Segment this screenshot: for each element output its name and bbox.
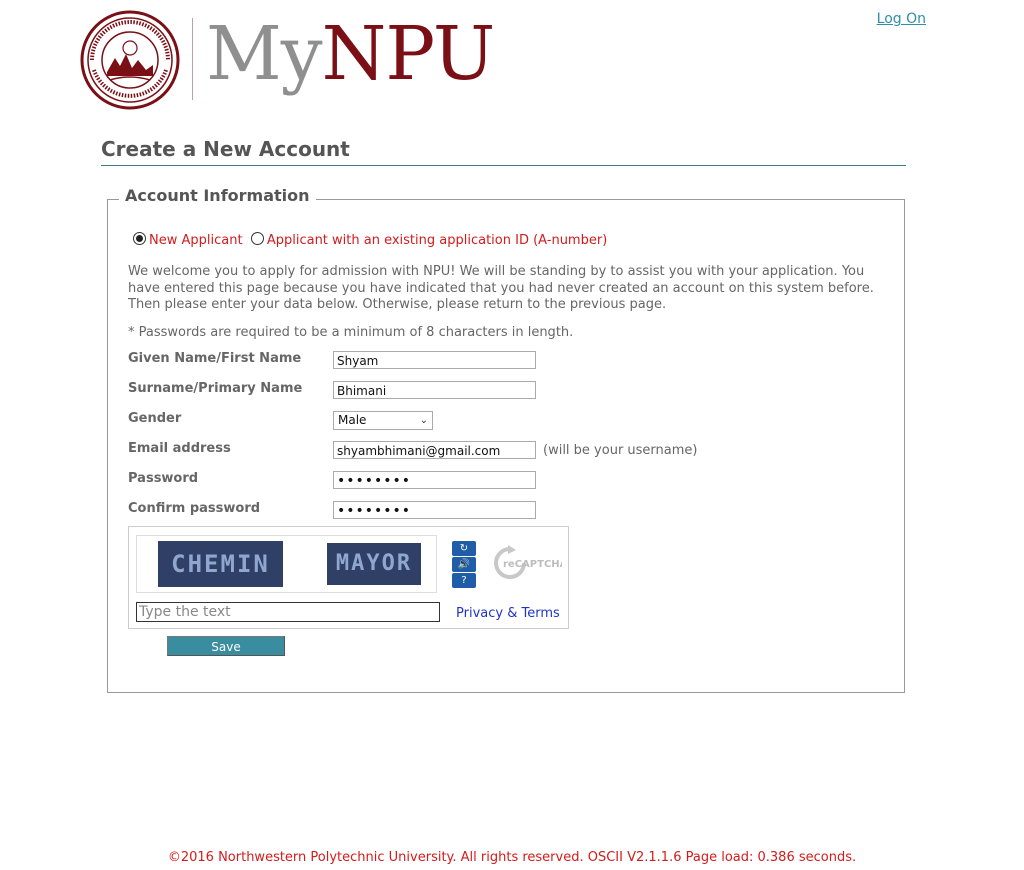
confirm-password-label: Confirm password <box>128 501 261 516</box>
radio-existing-applicant-label[interactable]: Applicant with an existing application I… <box>267 233 607 248</box>
applicant-type-radio-group: New Applicant Applicant with an existing… <box>133 232 607 248</box>
email-input[interactable]: shyambhimani@gmail.com <box>333 441 536 459</box>
radio-existing-applicant[interactable]: Applicant with an existing application I… <box>250 232 607 248</box>
footer-copyright: ©2016 Northwestern Polytechnic Universit… <box>167 850 857 865</box>
gender-select[interactable]: Male ⌄ <box>333 411 433 430</box>
gender-select-value: Male <box>338 413 367 427</box>
given-name-label: Given Name/First Name <box>128 351 302 366</box>
page-title: Create a New Account <box>101 137 906 166</box>
surname-label: Surname/Primary Name <box>128 381 303 396</box>
save-button[interactable]: Save <box>167 636 285 656</box>
email-label: Email address <box>128 441 231 456</box>
radio-new-applicant-label[interactable]: New Applicant <box>149 233 243 248</box>
recaptcha-logo-icon: reCAPTCHA <box>494 545 562 579</box>
logo-divider <box>192 18 193 100</box>
log-on-link[interactable]: Log On <box>877 11 926 27</box>
university-seal-logo <box>80 10 180 110</box>
confirm-password-input[interactable]: •••••••• <box>333 501 536 519</box>
account-information-legend: Account Information <box>119 186 316 205</box>
welcome-text: We welcome you to apply for admission wi… <box>128 264 874 312</box>
privacy-terms-link[interactable]: Privacy & Terms <box>456 606 560 621</box>
password-input[interactable]: •••••••• <box>333 471 536 489</box>
radio-new-applicant-circle[interactable] <box>133 232 146 245</box>
radio-new-applicant[interactable]: New Applicant <box>133 232 243 248</box>
given-name-input[interactable]: Shyam <box>333 351 536 369</box>
captcha-text-input[interactable]: Type the text <box>136 602 440 622</box>
email-username-note: (will be your username) <box>543 443 698 458</box>
captcha-refresh-icon[interactable]: ↻ <box>452 541 476 556</box>
chevron-down-icon: ⌄ <box>419 415 428 426</box>
captcha-audio-icon[interactable]: 🔊 <box>452 557 476 572</box>
brand-npu: NPU <box>321 11 496 97</box>
gender-label: Gender <box>128 411 182 426</box>
password-requirement-note: * Passwords are required to be a minimum… <box>128 325 574 340</box>
radio-existing-applicant-circle[interactable] <box>250 232 264 245</box>
captcha-word-1: CHEMIN <box>158 541 283 587</box>
recaptcha-logo-text: reCAPTCHA <box>503 559 562 570</box>
brand-title: MyNPU <box>206 11 496 97</box>
captcha-word-2: MAYOR <box>327 543 421 585</box>
password-label: Password <box>128 471 199 486</box>
brand-my: My <box>206 11 323 97</box>
captcha-help-icon[interactable]: ? <box>452 573 476 588</box>
surname-input[interactable]: Bhimani <box>333 381 536 399</box>
